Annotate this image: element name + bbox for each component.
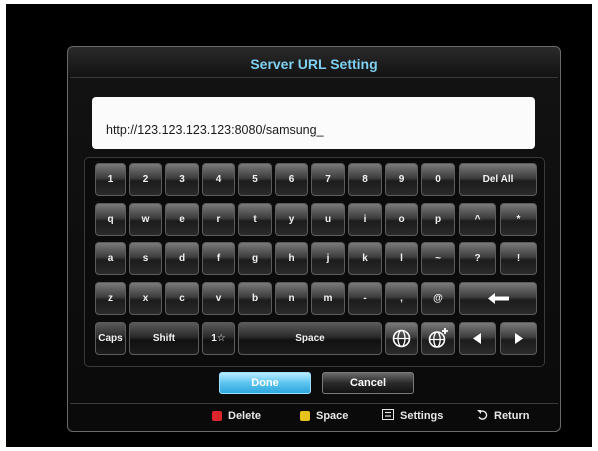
tv-screen: Server URL Setting http://123.123.123.12… <box>6 4 592 447</box>
footer-space-label: Space <box>316 410 349 422</box>
key-caret[interactable]: ^ <box>459 203 496 236</box>
cancel-button[interactable]: Cancel <box>322 372 414 394</box>
key-e[interactable]: e <box>165 203 199 236</box>
globe-icon <box>392 329 411 348</box>
key-l[interactable]: l <box>385 242 418 275</box>
key-h[interactable]: h <box>275 242 308 275</box>
key-comma[interactable]: , <box>385 282 418 315</box>
key-g[interactable]: g <box>238 242 272 275</box>
yellow-key-icon <box>300 411 310 421</box>
key-asterisk[interactable]: * <box>500 203 537 236</box>
key-del-all[interactable]: Del All <box>459 163 537 196</box>
key-5[interactable]: 5 <box>238 163 272 196</box>
key-p[interactable]: p <box>421 203 455 236</box>
key-3[interactable]: 3 <box>165 163 199 196</box>
key-0[interactable]: 0 <box>421 163 455 196</box>
key-f[interactable]: f <box>202 242 235 275</box>
key-a[interactable]: a <box>95 242 126 275</box>
space-key[interactable]: Space <box>238 322 382 355</box>
key-question[interactable]: ? <box>459 242 496 275</box>
key-c[interactable]: c <box>165 282 199 315</box>
key-i[interactable]: i <box>348 203 382 236</box>
red-key-icon <box>212 411 222 421</box>
footer-return-hint: Return <box>476 407 529 425</box>
key-k[interactable]: k <box>348 242 382 275</box>
key-s[interactable]: s <box>129 242 162 275</box>
caps-key[interactable]: Caps <box>95 322 126 355</box>
key-b[interactable]: b <box>238 282 272 315</box>
footer-settings-hint: Settings <box>382 407 443 425</box>
backspace-key[interactable] <box>459 282 537 315</box>
dialog-title: Server URL Setting <box>250 56 378 72</box>
backspace-arrow-icon <box>488 293 509 304</box>
symbols-key[interactable]: 1☆ <box>202 322 235 355</box>
shift-key[interactable]: Shift <box>129 322 199 355</box>
key-j[interactable]: j <box>311 242 345 275</box>
key-at[interactable]: @ <box>421 282 455 315</box>
settings-icon <box>382 409 394 423</box>
title-divider <box>70 77 558 78</box>
return-icon <box>476 409 488 423</box>
key-8[interactable]: 8 <box>348 163 382 196</box>
key-q[interactable]: q <box>95 203 126 236</box>
footer-return-label: Return <box>494 410 530 422</box>
url-input[interactable]: http://123.123.123.123:8080/samsung_ <box>92 97 535 149</box>
key-t[interactable]: t <box>238 203 272 236</box>
key-y[interactable]: y <box>275 203 308 236</box>
add-language-key[interactable] <box>421 322 455 355</box>
key-d[interactable]: d <box>165 242 199 275</box>
key-1[interactable]: 1 <box>95 163 126 196</box>
footer-delete-hint: Delete <box>212 407 261 425</box>
key-exclamation[interactable]: ! <box>500 242 537 275</box>
key-4[interactable]: 4 <box>202 163 235 196</box>
key-tilde[interactable]: ~ <box>421 242 455 275</box>
onscreen-keyboard: 1 2 3 4 5 6 7 8 9 0 Del All q w e r t y … <box>84 157 545 367</box>
key-u[interactable]: u <box>311 203 345 236</box>
key-2[interactable]: 2 <box>129 163 162 196</box>
globe-plus-icon <box>428 328 448 348</box>
key-6[interactable]: 6 <box>275 163 308 196</box>
arrow-right-icon <box>515 333 523 344</box>
key-7[interactable]: 7 <box>311 163 345 196</box>
key-9[interactable]: 9 <box>385 163 418 196</box>
key-hyphen[interactable]: - <box>348 282 382 315</box>
key-v[interactable]: v <box>202 282 235 315</box>
key-n[interactable]: n <box>275 282 308 315</box>
key-o[interactable]: o <box>385 203 418 236</box>
cursor-left-key[interactable] <box>459 322 496 355</box>
footer-settings-label: Settings <box>400 410 444 422</box>
footer-divider <box>70 403 558 404</box>
footer-space-hint: Space <box>300 407 348 425</box>
arrow-left-icon <box>473 333 481 344</box>
server-url-dialog: Server URL Setting http://123.123.123.12… <box>67 46 561 432</box>
key-x[interactable]: x <box>129 282 162 315</box>
key-w[interactable]: w <box>129 203 162 236</box>
cursor-right-key[interactable] <box>500 322 537 355</box>
done-button[interactable]: Done <box>219 372 311 394</box>
language-key[interactable] <box>385 322 418 355</box>
key-m[interactable]: m <box>311 282 345 315</box>
key-z[interactable]: z <box>95 282 126 315</box>
footer-delete-label: Delete <box>228 410 262 422</box>
key-r[interactable]: r <box>202 203 235 236</box>
